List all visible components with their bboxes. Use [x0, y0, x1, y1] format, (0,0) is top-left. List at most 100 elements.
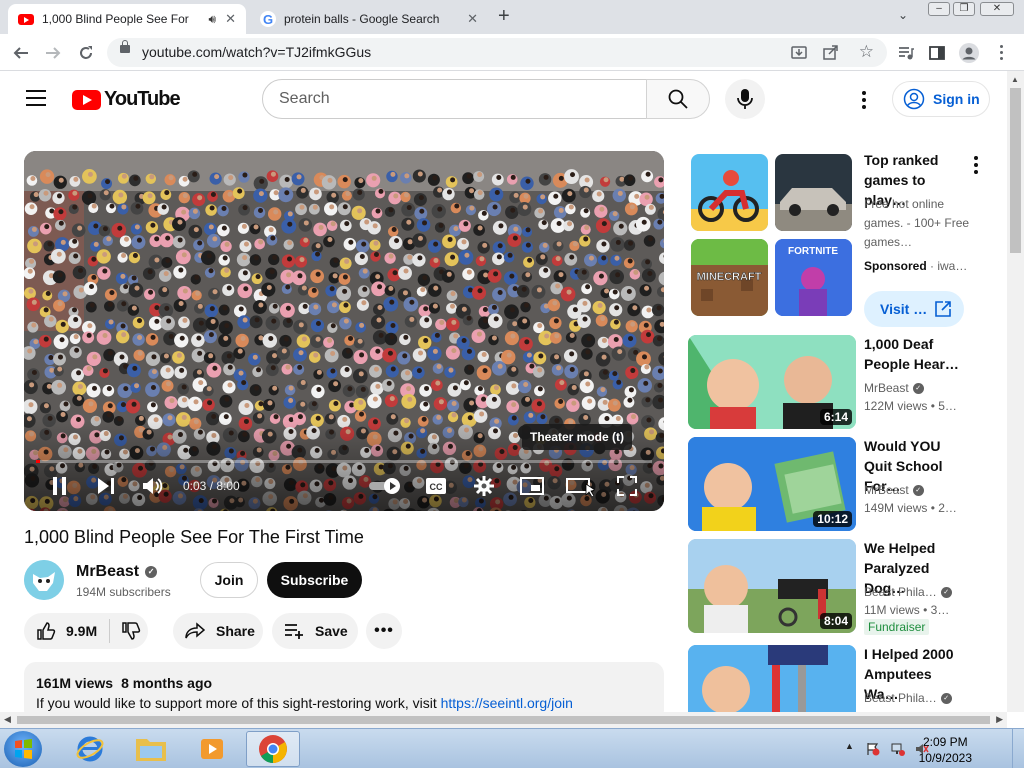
fortnite-image: FORTNITE — [775, 239, 852, 316]
rec-thumbnail[interactable]: 10:12 — [688, 437, 856, 531]
restore-window-button[interactable]: ❐ — [953, 2, 975, 16]
rec-views: 122M views • 5… — [864, 399, 957, 413]
close-tab-icon[interactable]: ✕ — [225, 11, 236, 27]
tab-youtube[interactable]: 1,000 Blind People See For T 🔊︎ ✕ — [8, 4, 246, 34]
taskbar-file-explorer[interactable] — [124, 731, 178, 767]
ad-thumbnail-3[interactable]: MINECRAFT — [691, 239, 768, 316]
rec-title[interactable]: 1,000 Deaf People Hear… — [864, 334, 970, 374]
share-page-icon[interactable] — [823, 44, 839, 65]
close-tab-icon[interactable]: ✕ — [467, 11, 478, 27]
open-external-icon — [935, 301, 951, 317]
horizontal-scroll-thumb[interactable] — [17, 716, 990, 724]
close-window-button[interactable]: ✕ — [980, 2, 1014, 16]
description-text: If you would like to support more of thi… — [36, 695, 573, 711]
pause-button[interactable] — [48, 474, 72, 498]
media-control-icon[interactable] — [895, 42, 917, 64]
address-bar[interactable]: youtube.com/watch?v=TJ2ifmkGGus ☆ — [107, 38, 887, 67]
description-link[interactable]: https://seeintl.org/join — [441, 695, 573, 711]
verified-check-icon: ✓ — [912, 485, 924, 497]
autoplay-toggle[interactable] — [368, 474, 402, 498]
new-tab-button[interactable]: + — [498, 5, 510, 28]
next-video-button[interactable] — [94, 474, 118, 498]
guide-menu-icon[interactable] — [26, 90, 46, 106]
vertical-scroll-thumb[interactable] — [1010, 88, 1021, 253]
mrbeast-logo-icon — [24, 560, 64, 600]
fullscreen-icon — [617, 476, 637, 496]
ad-thumbnail-2[interactable] — [775, 154, 852, 231]
fullscreen-button[interactable] — [615, 474, 639, 498]
settings-button[interactable] — [472, 474, 496, 498]
scroll-up-arrow-icon[interactable]: ▲ — [1011, 75, 1019, 84]
volume-button[interactable] — [141, 474, 165, 498]
channel-name-text: MrBeast — [76, 563, 140, 580]
subscribe-button[interactable]: Subscribe — [267, 562, 362, 598]
video-duration: 10:12 — [813, 511, 852, 527]
audio-playing-icon[interactable]: 🔊︎ — [208, 12, 216, 27]
account-circle-icon — [903, 88, 925, 110]
rec-thumbnail[interactable] — [688, 645, 856, 712]
tab-google-search[interactable]: G protein balls - Google Search ✕ — [250, 4, 488, 34]
miniplayer-icon — [520, 477, 544, 495]
system-clock[interactable]: 2:09 PM 10/9/2023 — [919, 734, 972, 766]
chrome-icon — [259, 735, 287, 763]
profile-avatar-icon[interactable] — [958, 42, 980, 64]
show-desktop-button[interactable] — [1012, 729, 1024, 768]
taskbar-media-player[interactable] — [185, 731, 239, 767]
video-duration: 6:14 — [819, 409, 852, 425]
ad-more-icon[interactable] — [974, 156, 978, 177]
settings-menu-icon[interactable] — [862, 91, 866, 112]
taskbar-chrome[interactable] — [246, 731, 300, 767]
install-app-icon[interactable] — [791, 44, 807, 65]
action-center-flag-icon[interactable] — [866, 742, 880, 756]
sign-in-button[interactable]: Sign in — [892, 81, 990, 117]
advertiser-name: iwa… — [937, 259, 968, 273]
scroll-left-arrow-icon[interactable]: ◀ — [4, 714, 11, 725]
youtube-logo[interactable]: YouTube — [72, 88, 181, 111]
visit-site-button[interactable]: Visit … — [864, 291, 964, 327]
channel-avatar[interactable] — [24, 560, 64, 600]
side-panel-icon[interactable] — [926, 42, 948, 64]
microphone-icon — [737, 89, 753, 109]
ad-thumbnail-1[interactable] — [691, 154, 768, 231]
ad-thumbnail-4[interactable]: FORTNITE — [775, 239, 852, 316]
show-hidden-icons-icon[interactable]: ▲ — [845, 741, 854, 751]
like-button[interactable]: 9.9M — [24, 619, 110, 643]
reload-icon[interactable] — [75, 42, 97, 64]
rec-thumbnail[interactable]: 6:14 — [688, 335, 856, 429]
join-button[interactable]: Join — [200, 562, 258, 598]
scroll-right-arrow-icon[interactable]: ▶ — [996, 714, 1003, 725]
bookmark-star-icon[interactable]: ☆ — [859, 42, 874, 62]
horizontal-scrollbar[interactable]: ◀ ▶ — [0, 712, 1007, 728]
logo-text: YouTube — [104, 88, 181, 110]
taskbar-internet-explorer[interactable] — [63, 731, 117, 767]
captions-button[interactable]: CC — [424, 474, 448, 498]
back-arrow-icon[interactable] — [10, 42, 32, 64]
more-actions-button[interactable]: ••• — [366, 613, 402, 649]
internet-explorer-icon — [76, 736, 104, 762]
closed-captions-icon: CC — [426, 478, 446, 494]
lock-icon[interactable] — [120, 40, 130, 53]
fundraiser-badge: Fundraiser — [864, 619, 930, 635]
save-button[interactable]: Save — [272, 613, 358, 649]
progress-bar[interactable] — [36, 460, 652, 463]
video-player[interactable]: Theater mode (t) 0:03 / 8:00 CC — [24, 151, 664, 511]
browser-tab-bar: 1,000 Blind People See For T 🔊︎ ✕ G prot… — [0, 0, 1024, 34]
search-button[interactable] — [646, 79, 710, 119]
channel-name[interactable]: MrBeast ✓ — [76, 563, 158, 581]
search-input[interactable]: Search — [262, 79, 647, 119]
network-icon[interactable] — [891, 742, 905, 756]
vertical-scrollbar[interactable]: ▲ — [1007, 71, 1024, 712]
miniplayer-button[interactable] — [519, 474, 545, 498]
forward-arrow-icon[interactable] — [42, 42, 64, 64]
tab-search-chevron-icon[interactable]: ⌄ — [898, 8, 908, 22]
chrome-menu-icon[interactable] — [1000, 45, 1004, 63]
voice-search-button[interactable] — [725, 79, 765, 119]
tab-title: protein balls - Google Search — [284, 12, 440, 26]
dislike-button[interactable] — [110, 621, 141, 641]
minimize-window-button[interactable]: – — [928, 2, 950, 16]
share-button[interactable]: Share — [173, 613, 263, 649]
rec-image-amputees — [688, 645, 856, 712]
start-button[interactable] — [4, 731, 42, 767]
theater-mode-button[interactable] — [566, 474, 594, 498]
rec-thumbnail[interactable]: 8:04 — [688, 539, 856, 633]
